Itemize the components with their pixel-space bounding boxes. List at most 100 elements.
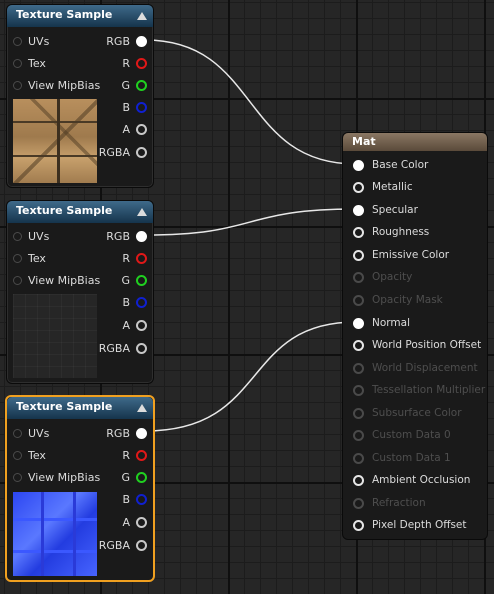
pin-icon[interactable] [136, 274, 147, 286]
pin-icon[interactable] [136, 57, 147, 69]
output-pin-b[interactable]: B [122, 98, 147, 116]
pin-icon[interactable] [353, 181, 364, 193]
pin-icon[interactable] [13, 231, 22, 241]
pin-label: RGBA [98, 341, 130, 355]
pin-icon[interactable] [136, 493, 147, 505]
collapse-arrow-icon[interactable] [137, 404, 147, 412]
material-input-pixel-depth-offset[interactable]: Pixel Depth Offset [353, 516, 467, 534]
output-pin-a[interactable]: A [122, 513, 147, 531]
output-pin-rgb[interactable]: RGB [106, 227, 147, 245]
output-pin-r[interactable]: R [122, 54, 147, 72]
collapse-arrow-icon[interactable] [137, 12, 147, 20]
pin-icon[interactable] [13, 450, 22, 460]
pin-label: Custom Data 0 [372, 429, 451, 441]
pin-icon[interactable] [13, 428, 22, 438]
pin-icon[interactable] [13, 80, 22, 90]
output-pin-rgb[interactable]: RGB [106, 424, 147, 442]
pin-icon[interactable] [136, 101, 147, 113]
output-pin-rgba[interactable]: RGBA [99, 339, 147, 357]
input-pin-uvs[interactable]: UVs [13, 32, 49, 50]
pin-icon[interactable] [136, 79, 147, 91]
pin-icon[interactable] [13, 253, 22, 263]
pin-icon[interactable] [353, 159, 364, 171]
pin-label: R [122, 448, 130, 462]
material-input-emissive-color[interactable]: Emissive Color [353, 246, 449, 264]
pin-icon[interactable] [136, 35, 147, 47]
pin-icon[interactable] [353, 226, 364, 238]
pin-icon[interactable] [353, 519, 364, 531]
output-pin-r[interactable]: R [122, 446, 147, 464]
pin-icon[interactable] [136, 539, 147, 551]
input-pin-view-mipbias[interactable]: View MipBias [13, 76, 100, 94]
node-header[interactable]: Texture Sample [7, 201, 153, 223]
output-pin-rgb[interactable]: RGB [106, 32, 147, 50]
input-pin-tex[interactable]: Tex [13, 446, 46, 464]
node-title: Texture Sample [16, 204, 113, 217]
pin-label: Roughness [372, 226, 430, 238]
pin-icon[interactable] [13, 36, 22, 46]
pin-icon[interactable] [353, 474, 364, 486]
material-input-custom-data-1: Custom Data 1 [353, 449, 451, 467]
pin-icon[interactable] [353, 204, 364, 216]
pin-label: Specular [372, 204, 418, 216]
input-pin-uvs[interactable]: UVs [13, 227, 49, 245]
pin-icon[interactable] [136, 427, 147, 439]
input-pin-view-mipbias[interactable]: View MipBias [13, 271, 100, 289]
pin-label: Tex [28, 251, 46, 265]
pin-icon[interactable] [13, 472, 22, 482]
material-input-base-color[interactable]: Base Color [353, 156, 428, 174]
material-input-world-position-offset[interactable]: World Position Offset [353, 336, 481, 354]
wire-base-color [144, 39, 357, 165]
pin-label: Refraction [372, 497, 426, 509]
output-pin-a[interactable]: A [122, 120, 147, 138]
pin-icon[interactable] [136, 471, 147, 483]
pin-icon[interactable] [136, 449, 147, 461]
pin-label: World Displacement [372, 362, 478, 374]
output-pin-b[interactable]: B [122, 293, 147, 311]
pin-icon[interactable] [13, 58, 22, 68]
node-header[interactable]: Mat [343, 133, 487, 151]
pin-icon[interactable] [136, 123, 147, 135]
material-input-metallic[interactable]: Metallic [353, 178, 413, 196]
material-input-roughness[interactable]: Roughness [353, 223, 429, 241]
input-pin-view-mipbias[interactable]: View MipBias [13, 468, 100, 486]
pin-label: Opacity Mask [372, 294, 443, 306]
pin-icon[interactable] [353, 249, 364, 261]
pin-icon[interactable] [136, 230, 147, 242]
output-pin-a[interactable]: A [122, 316, 147, 334]
pin-icon[interactable] [13, 275, 22, 285]
material-input-refraction: Refraction [353, 494, 426, 512]
pin-icon[interactable] [136, 296, 147, 308]
output-pin-b[interactable]: B [122, 490, 147, 508]
pin-icon[interactable] [136, 342, 147, 354]
node-header[interactable]: Texture Sample [7, 397, 153, 419]
input-pin-tex[interactable]: Tex [13, 54, 46, 72]
output-pin-r[interactable]: R [122, 249, 147, 267]
pin-icon[interactable] [353, 339, 364, 351]
material-result-node[interactable]: Mat Base Color Metallic Specular Roughne… [342, 132, 488, 540]
node-title: Texture Sample [16, 8, 113, 21]
output-pin-g[interactable]: G [121, 468, 147, 486]
output-pin-rgba[interactable]: RGBA [99, 143, 147, 161]
texture-sample-node-selected[interactable]: Texture Sample UVs Tex View MipBias RGB … [5, 395, 155, 582]
pin-label: A [122, 515, 130, 529]
input-pin-uvs[interactable]: UVs [13, 424, 49, 442]
output-pin-g[interactable]: G [121, 271, 147, 289]
input-pin-tex[interactable]: Tex [13, 249, 46, 267]
material-input-normal[interactable]: Normal [353, 314, 410, 332]
node-header[interactable]: Texture Sample [7, 5, 153, 27]
pin-icon[interactable] [136, 252, 147, 264]
material-input-custom-data-0: Custom Data 0 [353, 426, 451, 444]
pin-icon[interactable] [136, 319, 147, 331]
texture-sample-node[interactable]: Texture Sample UVs Tex View MipBias RGB … [6, 4, 154, 188]
pin-icon[interactable] [136, 516, 147, 528]
pin-icon[interactable] [353, 317, 364, 329]
material-input-specular[interactable]: Specular [353, 201, 418, 219]
texture-sample-node[interactable]: Texture Sample UVs Tex View MipBias RGB … [6, 200, 154, 384]
output-pin-rgba[interactable]: RGBA [99, 536, 147, 554]
collapse-arrow-icon[interactable] [137, 208, 147, 216]
pin-icon[interactable] [136, 146, 147, 158]
output-pin-g[interactable]: G [121, 76, 147, 94]
pin-label: R [122, 251, 130, 265]
material-input-ambient-occlusion[interactable]: Ambient Occlusion [353, 471, 470, 489]
